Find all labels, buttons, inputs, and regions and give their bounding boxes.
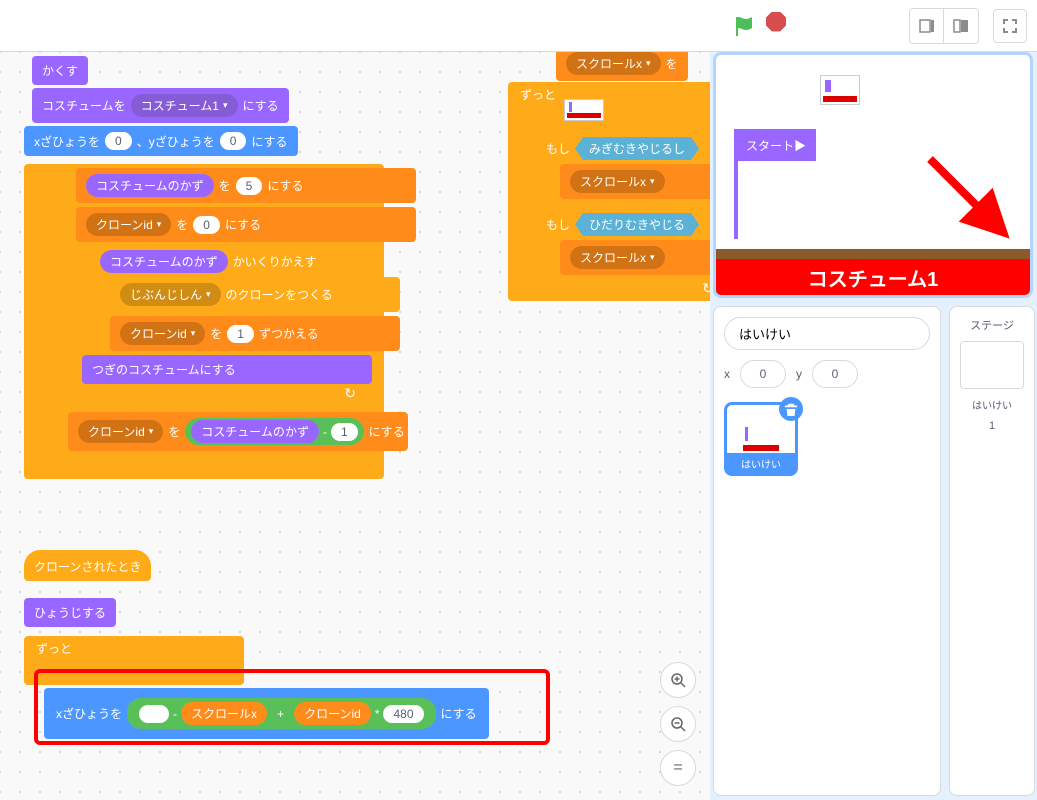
green-flag-icon[interactable] — [730, 12, 758, 40]
sprite-thumb-image — [743, 427, 779, 451]
sprite-thumb-label: はいけい — [726, 453, 796, 474]
x-value-input[interactable]: 0 — [740, 360, 786, 388]
block-goto-xy[interactable]: xざひょうを 0 、yざひょうを 0 にする — [24, 126, 298, 156]
block-set-var-cloneid[interactable]: クローンid を 0 にする — [76, 207, 416, 242]
block-forever-right[interactable]: ずっと もし みぎむきやじるし スクロールx もし ひだりむきやじる スクロール… — [508, 82, 710, 301]
stage-backdrop-label: はいけい — [972, 397, 1012, 412]
val-input[interactable]: 1 — [331, 423, 358, 441]
block-repeat-inner[interactable]: コスチュームのかず かいくりかえす じぶんじしん のクローンをつくる クローンi… — [60, 246, 370, 406]
val-input[interactable]: 480 — [383, 705, 423, 723]
stage-backdrop-count: 1 — [989, 420, 995, 432]
hex-condition[interactable]: ひだりむきやじる — [575, 213, 699, 236]
block-when-cloned[interactable]: クローンされたとき — [24, 550, 151, 581]
sprite-list: x 0 y 0 はいけい — [713, 306, 941, 796]
var-dropdown[interactable]: クローンid — [86, 213, 171, 236]
costume-dropdown[interactable]: コスチューム1 — [131, 94, 238, 117]
block-change-scrollx[interactable]: スクロールx — [560, 164, 710, 199]
stage-ground — [716, 249, 1030, 259]
block-switch-costume[interactable]: コスチュームを コスチューム1 にする — [32, 88, 289, 123]
clone-target-dropdown[interactable]: じぶんじしん — [120, 283, 221, 306]
fullscreen-button[interactable] — [993, 9, 1027, 43]
zoom-reset-button[interactable]: = — [660, 750, 696, 786]
sprite-thumb-selected[interactable]: はいけい — [724, 402, 798, 476]
block-set-var-costumes[interactable]: コスチュームのかず を 5 にする — [76, 168, 416, 203]
y-label: y — [796, 367, 802, 381]
block-repeat-outer[interactable]: コスチュームのかず を 5 にする クローンid を 0 にする コスチュームの… — [24, 164, 384, 479]
var-dropdown[interactable]: スクロールx — [570, 246, 665, 269]
var-dropdown[interactable]: クローンid — [120, 322, 205, 345]
block-set-var-cloneid-final[interactable]: クローンid を コスチュームのかず - 1 にする — [68, 412, 408, 451]
val-input[interactable]: 0 — [193, 216, 220, 234]
block-set-scrollx-top[interactable]: スクロールx を — [556, 52, 688, 81]
blocks-workspace[interactable]: かくす コスチュームを コスチューム1 にする xざひょうを 0 、yざひょうを… — [0, 52, 710, 800]
block-if-right[interactable]: もし みぎむきやじるし スクロールx — [534, 133, 710, 203]
large-stage-button[interactable] — [944, 9, 978, 43]
stage-size-buttons — [909, 8, 979, 44]
val-input[interactable]: 5 — [236, 177, 263, 195]
operator-plus-outer[interactable]: - スクロールx + クローンid * 480 — [127, 698, 436, 729]
operator-mult-inner[interactable]: クローンid * 480 — [288, 700, 429, 727]
reporter-costume-count[interactable]: コスチュームのかず — [191, 420, 319, 443]
small-stage-button[interactable] — [910, 9, 944, 43]
block-show[interactable]: ひょうじする — [24, 598, 116, 627]
var-dropdown[interactable]: スクロールx — [566, 52, 661, 75]
block-change-scrollx-2[interactable]: スクロールx — [560, 240, 710, 275]
block-create-clone[interactable]: じぶんじしん のクローンをつくる — [110, 277, 400, 312]
stage-preview[interactable]: スタート▶ コスチューム1 — [713, 52, 1033, 298]
reporter-costume-count[interactable]: コスチュームのかず — [100, 250, 228, 273]
red-arrow-annotation — [920, 149, 1020, 254]
y-input[interactable]: 0 — [220, 132, 247, 150]
zoom-in-button[interactable] — [660, 662, 696, 698]
stage-start-flag: スタート▶ — [734, 129, 816, 239]
stage-mini-thumb — [820, 75, 860, 105]
stage-selector[interactable]: ステージ はいけい 1 — [949, 306, 1035, 796]
stage-costume-banner: コスチューム1 — [716, 259, 1030, 295]
var-dropdown[interactable]: スクロールx — [570, 170, 665, 193]
val-input[interactable]: 1 — [227, 325, 254, 343]
stage-thumb[interactable] — [960, 341, 1024, 389]
hex-condition[interactable]: みぎむきやじるし — [575, 137, 699, 160]
topbar — [0, 0, 1037, 52]
loop-arrow-icon: ↻ — [702, 280, 710, 297]
var-dropdown[interactable]: クローンid — [78, 420, 163, 443]
sprite-panel: x 0 y 0 はいけい ステージ はいけい 1 — [713, 306, 1033, 796]
block-set-x-formula[interactable]: xざひょうを - スクロールx + クローンid * 480 にする — [44, 688, 489, 739]
x-input[interactable]: 0 — [105, 132, 132, 150]
operator-minus[interactable]: コスチュームのかず - 1 — [185, 418, 363, 445]
block-change-var[interactable]: クローンid を 1 ずつかえる — [110, 316, 400, 351]
block-next-costume[interactable]: つぎのコスチュームにする — [82, 355, 372, 384]
zoom-out-button[interactable] — [660, 706, 696, 742]
x-label: x — [724, 367, 730, 381]
loop-arrow-icon: ↻ — [344, 385, 356, 402]
reporter-scrollx[interactable]: スクロールx — [181, 702, 267, 725]
stage-col-title: ステージ — [970, 317, 1014, 333]
block-if-left[interactable]: もし ひだりむきやじる スクロールx — [534, 209, 710, 279]
stop-icon[interactable] — [766, 12, 786, 32]
reporter-cloneid[interactable]: クローンid — [294, 702, 371, 725]
mini-preview — [564, 99, 604, 121]
empty-input[interactable] — [139, 705, 169, 723]
block-hide[interactable]: かくす — [32, 56, 88, 85]
reporter-costume-count[interactable]: コスチュームのかず — [86, 174, 214, 197]
delete-sprite-icon[interactable] — [779, 397, 803, 421]
zoom-controls: = — [660, 662, 696, 786]
sprite-name-input[interactable] — [724, 317, 930, 350]
y-value-input[interactable]: 0 — [812, 360, 858, 388]
operator-minus-inner[interactable]: - スクロールx — [133, 700, 273, 727]
